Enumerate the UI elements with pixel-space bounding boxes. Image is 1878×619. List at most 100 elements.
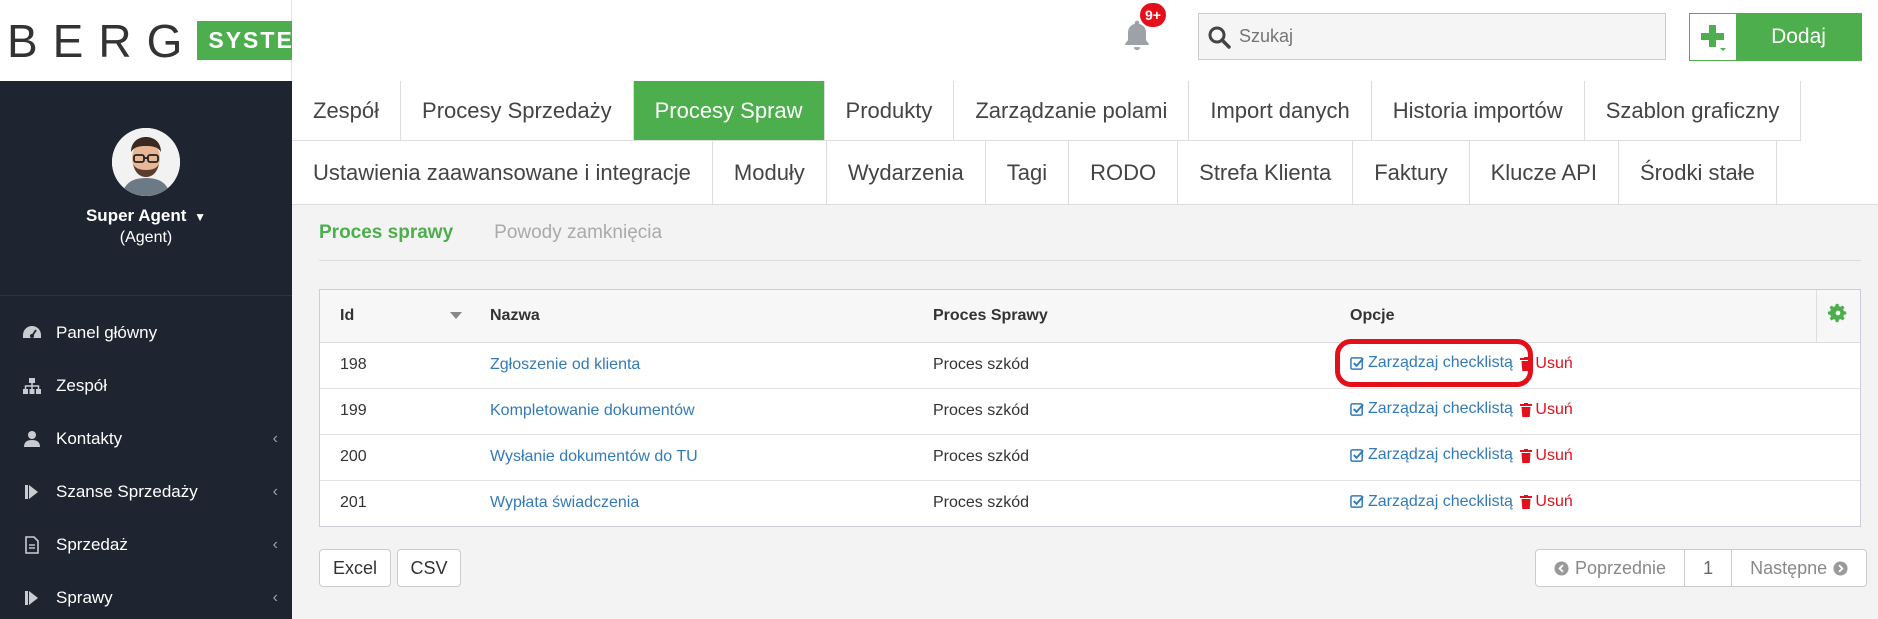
sidebar-item-opportunities[interactable]: Szanse Sprzedaży ‹ xyxy=(0,465,292,518)
export-csv-button[interactable]: CSV xyxy=(397,549,461,587)
tab-products[interactable]: Produkty xyxy=(824,81,955,141)
user-menu-toggle[interactable]: Super Agent ▼ xyxy=(86,206,206,226)
step-forward-icon xyxy=(22,482,42,502)
cell-id: 200 xyxy=(320,434,470,481)
delete-link[interactable]: Usuń xyxy=(1520,354,1573,373)
trash-icon xyxy=(1520,402,1533,417)
tab-client-zone[interactable]: Strefa Klienta xyxy=(1178,141,1354,205)
top-header: 9+ Dodaj xyxy=(292,0,1878,81)
delete-label: Usuń xyxy=(1535,354,1573,372)
check-square-icon xyxy=(1350,495,1364,508)
cell-process: Proces szkód xyxy=(913,388,1330,435)
tab-case-processes[interactable]: Procesy Spraw xyxy=(633,81,825,141)
notifications-badge: 9+ xyxy=(1138,1,1168,29)
sidebar-item-dashboard[interactable]: Panel główny xyxy=(0,306,292,359)
dashboard-icon xyxy=(22,323,42,343)
user-name: Super Agent xyxy=(85,206,187,225)
add-button[interactable]: Dodaj xyxy=(1689,13,1862,61)
sidebar-item-team[interactable]: Zespół xyxy=(0,359,292,412)
tab-field-management[interactable]: Zarządzanie polami xyxy=(954,81,1190,141)
pager-next-label: Następne xyxy=(1750,557,1828,578)
tab-events[interactable]: Wydarzenia xyxy=(826,141,986,205)
cell-process: Proces szkód xyxy=(933,494,1030,512)
manage-checklist-link[interactable]: Zarządzaj checklistą xyxy=(1350,400,1513,418)
tab-fixed-assets[interactable]: Środki stałe xyxy=(1618,141,1777,205)
delete-link[interactable]: Usuń xyxy=(1520,446,1573,465)
delete-label: Usuń xyxy=(1535,446,1573,464)
document-icon xyxy=(22,535,42,555)
row-name-link[interactable]: Zgłoszenie od klienta xyxy=(490,356,640,373)
cell-id: 201 xyxy=(340,494,367,512)
pager-page-1[interactable]: 1 xyxy=(1685,550,1733,586)
column-header-id[interactable]: Id xyxy=(320,290,470,343)
manage-checklist-label: Zarządzaj checklistą xyxy=(1368,400,1513,418)
plus-icon xyxy=(1690,14,1736,60)
settings-tabs: Zespół Procesy Sprzedaży Procesy Spraw P… xyxy=(292,81,1878,205)
tab-sales-processes[interactable]: Procesy Sprzedaży xyxy=(401,81,634,141)
manage-checklist-label: Zarządzaj checklistą xyxy=(1368,354,1513,372)
tab-team[interactable]: Zespół xyxy=(292,81,402,141)
pager-prev-button[interactable]: Poprzednie xyxy=(1536,550,1686,586)
check-square-icon xyxy=(1350,448,1364,462)
trash-icon xyxy=(1520,448,1533,463)
chevron-left-icon: ‹ xyxy=(272,535,278,553)
tab-modules[interactable]: Moduły xyxy=(712,141,827,205)
tab-row-1: Zespół Procesy Sprzedaży Procesy Spraw P… xyxy=(292,81,1878,141)
tab-graphic-template[interactable]: Szablon graficzny xyxy=(1584,81,1802,141)
column-header-label: Id xyxy=(340,306,355,324)
table-row: 198 Zgłoszenie od klienta Proces szkód Z… xyxy=(320,342,1860,389)
export-excel-button[interactable]: Excel xyxy=(319,549,391,587)
row-name-link[interactable]: Wypłata świadczenia xyxy=(490,494,639,511)
tab-import-history[interactable]: Historia importów xyxy=(1371,81,1585,141)
grid-settings-button[interactable] xyxy=(1815,290,1860,343)
delete-link[interactable]: Usuń xyxy=(1520,493,1573,511)
check-square-icon xyxy=(1350,356,1364,370)
search-input[interactable] xyxy=(1239,26,1639,47)
user-profile: Super Agent ▼ (Agent) xyxy=(0,81,292,296)
sidebar-item-label: Sprzedaż xyxy=(56,534,128,554)
search-box[interactable] xyxy=(1198,13,1666,60)
row-name-link[interactable]: Wysłanie dokumentów do TU xyxy=(490,448,698,465)
tab-gdpr[interactable]: RODO xyxy=(1069,141,1179,205)
data-grid: Id Nazwa Proces Sprawy Opcje 198 Zgłosze… xyxy=(319,289,1861,527)
sidebar-item-contacts[interactable]: Kontakty ‹ xyxy=(0,412,292,465)
check-square-icon xyxy=(1350,402,1364,416)
user-icon xyxy=(22,429,42,449)
sidebar: Super Agent ▼ (Agent) Panel główny Zespó… xyxy=(0,81,292,619)
logo[interactable]: BERG SYSTEM xyxy=(0,0,326,81)
cell-process: Proces szkód xyxy=(913,342,1330,389)
column-header-name[interactable]: Nazwa xyxy=(470,290,913,343)
chevron-left-icon: ‹ xyxy=(272,482,278,500)
trash-icon xyxy=(1520,495,1533,509)
subtab-case-process[interactable]: Proces sprawy xyxy=(319,222,453,244)
pager-prev-label: Poprzednie xyxy=(1575,557,1667,578)
sidebar-item-sales[interactable]: Sprzedaż ‹ xyxy=(0,518,292,571)
search-icon xyxy=(1199,25,1239,49)
tab-api-keys[interactable]: Klucze API xyxy=(1469,141,1619,205)
tab-tags[interactable]: Tagi xyxy=(985,141,1070,205)
cell-process: Proces szkód xyxy=(913,434,1330,481)
logo-brand: BERG xyxy=(7,14,198,67)
delete-link[interactable]: Usuń xyxy=(1520,401,1573,419)
manage-checklist-link[interactable]: Zarządzaj checklistą xyxy=(1350,493,1513,511)
sort-caret-icon xyxy=(450,312,462,319)
manage-checklist-link[interactable]: Zarządzaj checklistą xyxy=(1350,446,1513,464)
pagination: Poprzednie 1 Następne xyxy=(1535,549,1868,587)
tab-advanced-settings[interactable]: Ustawienia zaawansowane i integracje xyxy=(292,141,713,205)
manage-checklist-label: Zarządzaj checklistą xyxy=(1368,492,1513,510)
add-button-label: Dodaj xyxy=(1736,14,1861,60)
cell-id: 199 xyxy=(320,388,470,435)
tab-data-import[interactable]: Import danych xyxy=(1189,81,1372,141)
sidebar-item-cases[interactable]: Sprawy ‹ xyxy=(0,571,292,619)
caret-down-icon: ▼ xyxy=(194,210,207,224)
row-name-link[interactable]: Kompletowanie dokumentów xyxy=(490,402,695,419)
subtab-closing-reasons[interactable]: Powody zamknięcia xyxy=(494,222,662,244)
pager-next-button[interactable]: Następne xyxy=(1732,550,1866,586)
step-forward-icon xyxy=(22,588,42,608)
tab-invoices[interactable]: Faktury xyxy=(1353,141,1470,205)
avatar[interactable] xyxy=(112,128,180,196)
manage-checklist-link[interactable]: Zarządzaj checklistą xyxy=(1350,354,1513,372)
sidebar-item-label: Sprawy xyxy=(56,587,113,607)
table-row: 201 Wypłata świadczenia Proces szkód Zar… xyxy=(320,480,1860,526)
column-header-case-process[interactable]: Proces Sprawy xyxy=(913,290,1330,343)
